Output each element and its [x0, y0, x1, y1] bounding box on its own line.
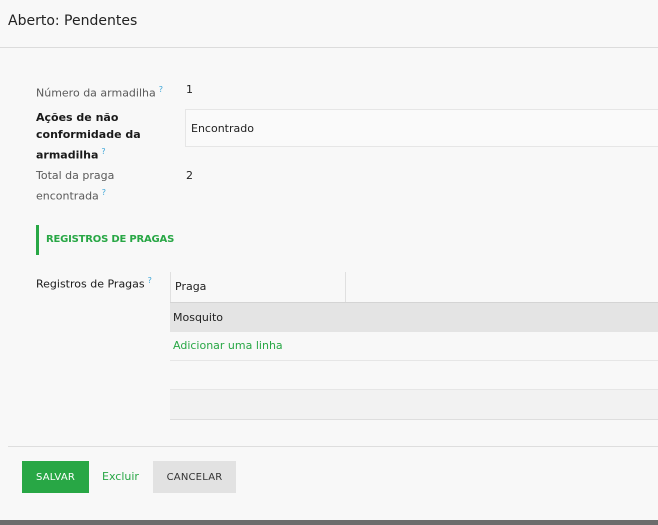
discard-button[interactable]: Excluir: [102, 470, 139, 483]
total-pests-label: Total da praga encontrada?: [36, 167, 166, 205]
help-icon[interactable]: ?: [159, 85, 163, 94]
table-cell-pest: Mosquito: [173, 311, 224, 324]
add-line-link[interactable]: Adicionar uma linha: [173, 339, 283, 352]
empty-row: [170, 361, 658, 390]
table-row[interactable]: Mosquito: [170, 302, 658, 332]
nonconformity-label-line: armadilha?: [36, 143, 166, 164]
column-header-pest[interactable]: Praga: [171, 272, 346, 302]
control-panel: Aberto: Pendentes: [0, 0, 658, 48]
bottom-scrollbar[interactable]: [0, 520, 658, 525]
add-line-row: Adicionar uma linha: [170, 332, 658, 361]
trap-number-label-text: Número da armadilha: [36, 86, 156, 100]
footer-divider: [8, 446, 658, 447]
trap-number-value: 1: [186, 83, 193, 96]
total-pests-value: 2: [186, 169, 193, 182]
pest-records-label: Registros de Pragas?: [36, 272, 166, 293]
form-view: Aberto: Pendentes Número da armadilha? 1…: [0, 0, 658, 525]
help-icon[interactable]: ?: [101, 147, 105, 156]
trap-number-label: Número da armadilha?: [36, 81, 166, 102]
page-title: Aberto: Pendentes: [8, 13, 138, 29]
total-pests-label-line: encontrada?: [36, 184, 166, 205]
empty-row: [170, 390, 658, 420]
pest-records-table: Praga Mosquito Adicionar uma linha: [170, 272, 658, 420]
pest-records-label-text: Registros de Pragas: [36, 277, 145, 291]
nonconformity-label-line-text: armadilha: [36, 148, 99, 162]
save-button[interactable]: SALVAR: [22, 461, 89, 493]
help-icon[interactable]: ?: [102, 188, 106, 197]
help-icon[interactable]: ?: [148, 276, 152, 285]
total-pests-label-line-text: encontrada: [36, 189, 99, 203]
total-pests-label-line: Total da praga: [36, 169, 115, 182]
cancel-button[interactable]: CANCELAR: [153, 461, 236, 493]
pest-records-section: REGISTROS DE PRAGAS: [36, 225, 236, 255]
section-title: REGISTROS DE PRAGAS: [46, 234, 175, 245]
nonconformity-label-line: Ações de não: [36, 111, 119, 124]
nonconformity-actions-select[interactable]: Encontrado: [185, 109, 658, 147]
nonconformity-label-line: conformidade da: [36, 128, 141, 141]
nonconformity-actions-label: Ações de não conformidade da armadilha?: [36, 109, 166, 164]
table-header: Praga: [170, 272, 658, 302]
